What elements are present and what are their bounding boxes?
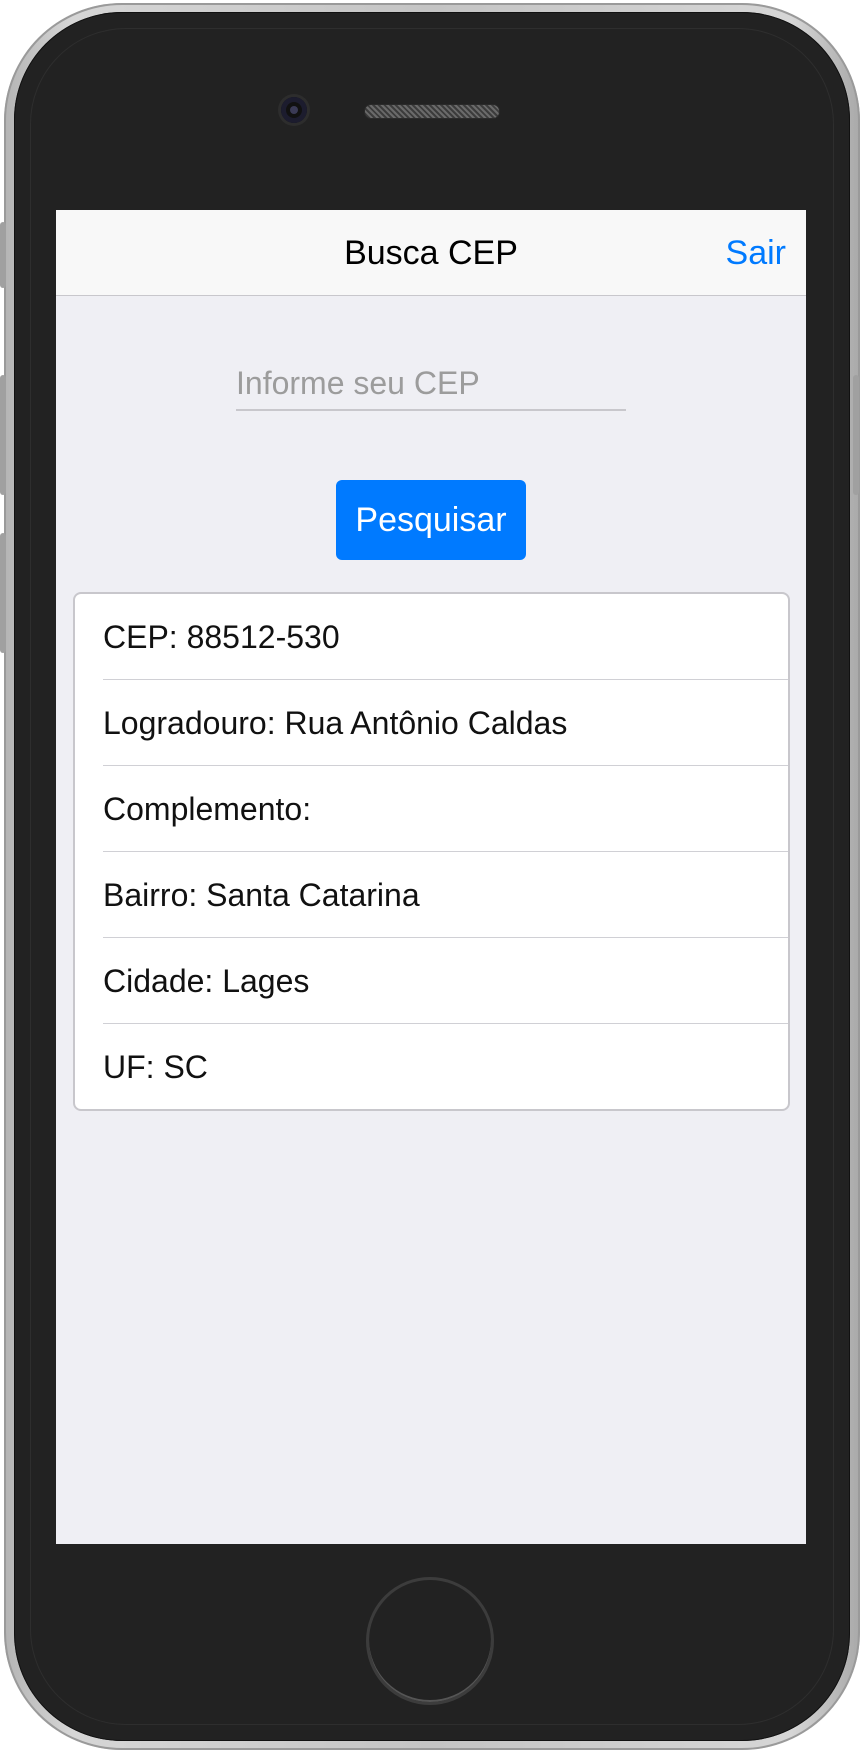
app-screen: Busca CEP Sair Pesquisar CEP: 88512-530 …	[56, 210, 806, 1544]
navigation-bar: Busca CEP Sair	[56, 210, 806, 296]
result-row-cidade: Cidade: Lages	[103, 938, 788, 1024]
result-row-logradouro: Logradouro: Rua Antônio Caldas	[103, 680, 788, 766]
cep-input[interactable]	[236, 357, 626, 409]
result-row-cep: CEP: 88512-530	[103, 594, 788, 680]
speaker-icon	[364, 104, 500, 119]
volume-down-button	[0, 533, 6, 653]
home-button-icon[interactable]	[366, 1577, 494, 1705]
address-result-list: CEP: 88512-530 Logradouro: Rua Antônio C…	[73, 592, 790, 1111]
logout-button[interactable]: Sair	[726, 210, 786, 296]
volume-up-button	[0, 375, 6, 495]
cep-field	[236, 357, 626, 411]
result-row-uf: UF: SC	[103, 1049, 208, 1085]
power-button	[853, 375, 859, 495]
search-button[interactable]: Pesquisar	[336, 480, 526, 560]
result-row-complemento: Complemento:	[103, 766, 788, 852]
camera-icon	[281, 97, 307, 123]
mute-switch	[0, 222, 6, 288]
page-title: Busca CEP	[344, 234, 518, 272]
result-row-bairro: Bairro: Santa Catarina	[103, 852, 788, 938]
